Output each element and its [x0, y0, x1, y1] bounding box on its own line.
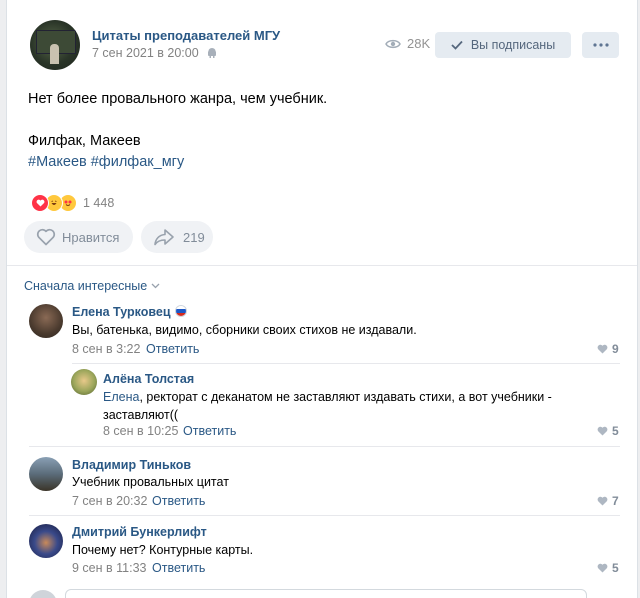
android-icon — [208, 48, 216, 58]
heart-icon — [36, 228, 56, 246]
reply-button[interactable]: Ответить — [146, 342, 199, 356]
comments-sort-dropdown[interactable]: Сначала интересные — [24, 279, 160, 293]
comment-text: Почему нет? Контурные карты. — [72, 543, 254, 557]
subscribed-label: Вы подписаны — [470, 38, 556, 52]
comment-like-button[interactable]: 5 — [597, 561, 619, 575]
post-hashtags[interactable]: #Макеев #филфак_мгу — [28, 154, 184, 170]
comment-author[interactable]: Алёна Толстая — [103, 372, 194, 386]
russia-flag-icon — [174, 305, 187, 317]
eye-icon — [385, 39, 401, 48]
comment-author[interactable]: Елена Турковец — [72, 305, 187, 319]
more-button[interactable] — [582, 32, 619, 58]
check-icon — [451, 40, 463, 50]
comment-separator — [29, 446, 620, 447]
comment-like-button[interactable]: 7 — [597, 494, 619, 508]
share-count: 219 — [183, 229, 205, 245]
avatar[interactable] — [71, 369, 97, 395]
comment-like-button[interactable]: 9 — [597, 342, 619, 356]
post-date[interactable]: 7 сен 2021 в 20:00 — [92, 46, 199, 60]
comment-date[interactable]: 8 сен в 3:22 — [72, 342, 140, 356]
share-button[interactable]: 219 — [141, 221, 213, 253]
reply-button[interactable]: Ответить — [152, 561, 205, 575]
my-avatar — [29, 590, 57, 598]
comment-separator — [72, 363, 620, 364]
subscribed-button[interactable]: Вы подписаны — [435, 32, 571, 58]
avatar[interactable] — [29, 304, 63, 338]
comment-like-button[interactable]: 5 — [597, 424, 619, 438]
mention-link[interactable]: Елена — [103, 390, 139, 404]
comment-author[interactable]: Дмитрий Бункерлифт — [72, 525, 207, 539]
share-icon — [154, 229, 174, 246]
comment-separator — [29, 515, 620, 516]
heart-icon — [597, 426, 608, 436]
comment-date[interactable]: 7 сен в 20:32 — [72, 494, 147, 508]
heart-icon — [597, 496, 608, 506]
post-card: Цитаты преподавателей МГУ 7 сен 2021 в 2… — [6, 0, 638, 598]
like-button[interactable]: Нравится — [24, 221, 133, 253]
reply-button[interactable]: Ответить — [152, 494, 205, 508]
comment-date[interactable]: 8 сен в 10:25 — [103, 424, 178, 438]
divider — [7, 265, 637, 266]
comment-date[interactable]: 9 сен в 11:33 — [72, 561, 146, 575]
comment-text: Учебник провальных цитат — [72, 475, 229, 489]
like-label: Нравится — [62, 229, 120, 245]
reactions-summary[interactable]: 1 448 — [31, 194, 114, 212]
post-text-line1: Нет более провального жанра, чем учебник… — [28, 91, 328, 107]
group-avatar[interactable] — [30, 20, 80, 70]
reactions-count: 1 448 — [83, 196, 115, 210]
chevron-down-icon — [151, 283, 160, 289]
reply-button[interactable]: Ответить — [183, 424, 236, 438]
more-dots-icon — [592, 43, 609, 47]
avatar[interactable] — [29, 524, 63, 558]
heart-reaction-icon — [31, 194, 49, 212]
heart-icon — [597, 344, 608, 354]
sort-label: Сначала интересные — [24, 279, 148, 293]
avatar[interactable] — [29, 457, 63, 491]
group-name[interactable]: Цитаты преподавателей МГУ — [92, 28, 280, 43]
comment-author[interactable]: Владимир Тиньков — [72, 458, 191, 472]
comment-input[interactable] — [65, 589, 587, 598]
comment-text: Елена, ректорат с деканатом не заставляю… — [103, 390, 552, 422]
views-count: 28K — [407, 36, 431, 51]
views-counter: 28K — [385, 36, 430, 51]
post-text-line2: Филфак, Макеев — [28, 133, 141, 149]
heart-icon — [597, 563, 608, 573]
comment-text: Вы, батенька, видимо, сборники своих сти… — [72, 323, 417, 337]
